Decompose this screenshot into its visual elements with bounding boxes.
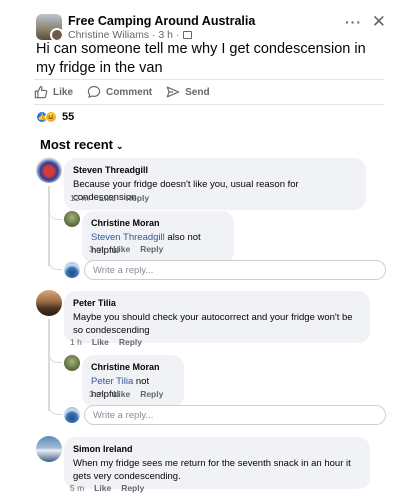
reply-time[interactable]: 3 m xyxy=(89,244,103,254)
like-label: Like xyxy=(53,86,74,98)
close-icon[interactable]: ✕ xyxy=(372,12,386,32)
post-text: Hi can someone tell me why I get condesc… xyxy=(36,41,366,76)
send-icon xyxy=(166,86,180,98)
comment-text: Maybe you should check your autocorrect … xyxy=(73,312,353,336)
commenter-avatar[interactable] xyxy=(36,290,62,316)
reply-meta: 3 m Like Reply xyxy=(89,389,163,399)
reaction-count: 55 xyxy=(62,111,75,123)
reply-reply-button[interactable]: Reply xyxy=(140,389,163,399)
reply-input[interactable]: Write a reply... xyxy=(84,260,386,280)
reply-like-button[interactable]: Like xyxy=(113,389,130,399)
comment-label: Comment xyxy=(106,86,153,98)
comment-reply-button[interactable]: Reply xyxy=(119,337,142,347)
divider xyxy=(34,104,384,105)
comment-meta: 1 h Like Reply xyxy=(70,337,142,347)
comment-meta: 5 m Like Reply xyxy=(70,483,144,493)
comment-bubble: Peter Tilia Maybe you should check your … xyxy=(64,291,370,343)
comment-text: When my fridge sees me return for the se… xyxy=(73,458,351,482)
privacy-icon xyxy=(183,31,193,39)
post-header: Free Camping Around Australia Christine … xyxy=(36,12,396,42)
haha-reaction-icon: 😆 xyxy=(45,111,57,123)
comment-meta: 12 m Like Reply xyxy=(70,193,149,203)
sort-label: Most recent xyxy=(40,137,113,152)
commenter-avatar[interactable] xyxy=(36,157,62,183)
comment-reply-button[interactable]: Reply xyxy=(121,483,144,493)
comment-author[interactable]: Simon Ireland xyxy=(73,443,361,456)
reply-bubble: Christine Moran Peter Tilia not helpful xyxy=(82,355,184,407)
thread-connector xyxy=(48,403,62,415)
more-options-icon[interactable]: ··· xyxy=(345,14,362,30)
comment-reply-button[interactable]: Reply xyxy=(126,193,149,203)
reply-bubble: Christine Moran Steven Threadgill also n… xyxy=(82,211,234,263)
comment-author[interactable]: Peter Tilia xyxy=(73,297,361,310)
like-button[interactable]: Like xyxy=(34,85,73,99)
send-button[interactable]: Send xyxy=(166,85,210,99)
comment-button[interactable]: Comment xyxy=(87,85,152,99)
divider xyxy=(34,79,384,80)
mention-link[interactable]: Peter Tilia xyxy=(91,376,133,387)
group-name[interactable]: Free Camping Around Australia xyxy=(68,14,255,28)
reply-time[interactable]: 3 m xyxy=(89,389,103,399)
reply-author[interactable]: Christine Moran xyxy=(91,361,175,374)
thread-connector xyxy=(48,351,62,363)
thread-connector xyxy=(48,208,62,220)
comment-like-button[interactable]: Like xyxy=(92,337,109,347)
post-actions: Like Comment Send xyxy=(34,84,210,100)
reply-author-avatar[interactable] xyxy=(64,355,80,371)
current-user-avatar xyxy=(64,262,80,278)
thread-line xyxy=(48,319,50,411)
mention-link[interactable]: Steven Threadgill xyxy=(91,232,165,243)
comment-like-button[interactable]: Like xyxy=(94,483,111,493)
comment-icon xyxy=(87,86,101,98)
reply-author-avatar[interactable] xyxy=(64,211,80,227)
thread-connector xyxy=(48,258,62,270)
comment-time[interactable]: 12 m xyxy=(70,193,89,203)
author-avatar[interactable] xyxy=(50,28,62,40)
comment-bubble: Simon Ireland When my fridge sees me ret… xyxy=(64,437,370,489)
thumbs-up-icon xyxy=(34,86,48,99)
thread-line xyxy=(48,186,50,266)
reply-reply-button[interactable]: Reply xyxy=(140,244,163,254)
current-user-avatar xyxy=(64,407,80,423)
comment-like-button[interactable]: Like xyxy=(99,193,116,203)
group-avatar[interactable] xyxy=(36,14,62,40)
reply-meta: 3 m Like Reply xyxy=(89,244,163,254)
comment-time[interactable]: 1 h xyxy=(70,337,82,347)
chevron-down-icon: ⌄ xyxy=(115,141,124,151)
send-label: Send xyxy=(185,86,210,98)
comment-author[interactable]: Steven Threadgill xyxy=(73,164,357,177)
comment-sort-dropdown[interactable]: Most recent ⌄ xyxy=(40,137,124,152)
commenter-avatar[interactable] xyxy=(36,436,62,462)
reactions-summary[interactable]: 👍 😆 55 xyxy=(36,110,74,124)
reply-input[interactable]: Write a reply... xyxy=(84,405,386,425)
reply-like-button[interactable]: Like xyxy=(113,244,130,254)
comment-time[interactable]: 5 m xyxy=(70,483,84,493)
reply-author[interactable]: Christine Moran xyxy=(91,217,225,230)
